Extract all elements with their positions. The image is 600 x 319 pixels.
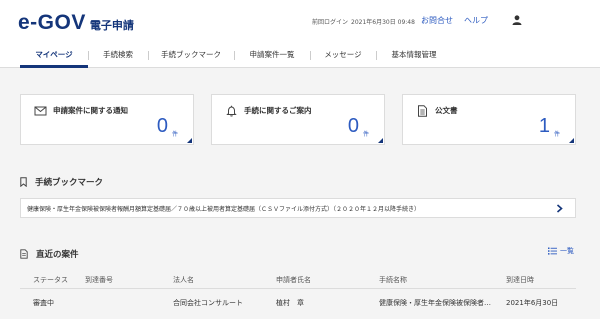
- nav-procedure-bookmark[interactable]: 手続ブックマーク: [148, 41, 234, 68]
- card-title: 申請案件に関する通知: [53, 106, 128, 115]
- card-count: 0: [156, 115, 168, 137]
- cell-applicant: 植村 章: [276, 299, 304, 307]
- column-applicant: 申請者氏名: [276, 276, 311, 284]
- card-title: 公文書: [435, 106, 458, 115]
- nav-mypage[interactable]: マイページ: [20, 41, 88, 68]
- cell-arrival-date: 2021年6月30日: [506, 299, 559, 307]
- chevron-right-icon: [556, 204, 563, 213]
- card-unit: 件: [362, 131, 369, 138]
- document-icon: [20, 249, 28, 259]
- nav-messages[interactable]: メッセージ: [310, 41, 376, 68]
- nav-application-list[interactable]: 申請案件一覧: [234, 41, 310, 68]
- bookmark-section-label: 手続ブックマーク: [35, 178, 104, 188]
- nav-procedure-search[interactable]: 手続検索: [88, 41, 148, 68]
- column-procedure-name: 手続名称: [379, 276, 407, 284]
- card-procedure-guidance[interactable]: 手続に関するご案内 0 件: [211, 94, 385, 145]
- card-count: 1: [538, 115, 550, 137]
- column-corporation: 法人名: [173, 276, 194, 284]
- recent-section-label: 直近の案件: [36, 250, 79, 260]
- site-header: e-GOV 電子申請 前回ログイン 2021年6月30日 09:48 お問合せ ヘ…: [0, 0, 600, 68]
- card-corner-marker: [569, 138, 574, 143]
- column-status: ステータス: [33, 276, 68, 284]
- last-login-label: 前回ログイン: [312, 19, 349, 26]
- cell-procedure-name: 健康保険・厚生年金保険被保険者…: [379, 299, 491, 307]
- contact-link[interactable]: お問合せ: [421, 15, 453, 26]
- logo-subtitle: 電子申請: [89, 19, 134, 32]
- card-count: 0: [347, 115, 359, 137]
- table-row[interactable]: 審査中 合同会社コンサルート 植村 章 健康保険・厚生年金保険被保険者… 202…: [20, 290, 576, 316]
- last-login-info: 前回ログイン 2021年6月30日 09:48: [312, 17, 415, 26]
- card-corner-marker: [378, 138, 383, 143]
- list-link-label: 一覧: [560, 247, 574, 255]
- help-link[interactable]: ヘルプ: [464, 15, 488, 26]
- logo-mark: e-GOV: [18, 11, 86, 34]
- column-arrival-number: 到達番号: [85, 276, 113, 284]
- card-title: 手続に関するご案内: [244, 106, 312, 115]
- main-nav: マイページ 手続検索 手続ブックマーク 申請案件一覧 メッセージ 基本情報管理: [20, 41, 452, 68]
- card-corner-marker: [187, 138, 192, 143]
- nav-basic-info[interactable]: 基本情報管理: [376, 41, 452, 68]
- recent-section-title: 直近の案件: [20, 248, 79, 260]
- table-divider: [20, 288, 576, 289]
- card-unit: 件: [553, 131, 560, 138]
- card-application-notices[interactable]: 申請案件に関する通知 0 件: [20, 94, 194, 145]
- card-unit: 件: [171, 131, 178, 138]
- mail-icon: [34, 106, 47, 116]
- bookmark-section-title: 手続ブックマーク: [20, 176, 103, 188]
- last-login-time: 2021年6月30日 09:48: [351, 19, 415, 26]
- cell-status: 審査中: [33, 299, 54, 307]
- e-gov-logo[interactable]: e-GOV 電子申請: [18, 11, 134, 35]
- card-official-documents[interactable]: 公文書 1 件: [402, 94, 576, 145]
- list-icon: [548, 247, 557, 255]
- bookmark-icon: [20, 177, 27, 187]
- user-icon[interactable]: [511, 14, 523, 26]
- bookmark-item[interactable]: 健康保険・厚生年金保険被保険者報酬月額算定基礎届／７０歳以上被用者算定基礎届（Ｃ…: [20, 198, 576, 218]
- document-icon: [418, 105, 427, 117]
- recent-list-link[interactable]: 一覧: [548, 246, 574, 256]
- bookmark-item-label: 健康保険・厚生年金保険被保険者報酬月額算定基礎届／７０歳以上被用者算定基礎届（Ｃ…: [27, 205, 421, 213]
- column-arrival-date: 到達日時: [506, 276, 534, 284]
- cell-corporation: 合同会社コンサルート: [173, 299, 243, 307]
- bell-icon: [226, 105, 237, 117]
